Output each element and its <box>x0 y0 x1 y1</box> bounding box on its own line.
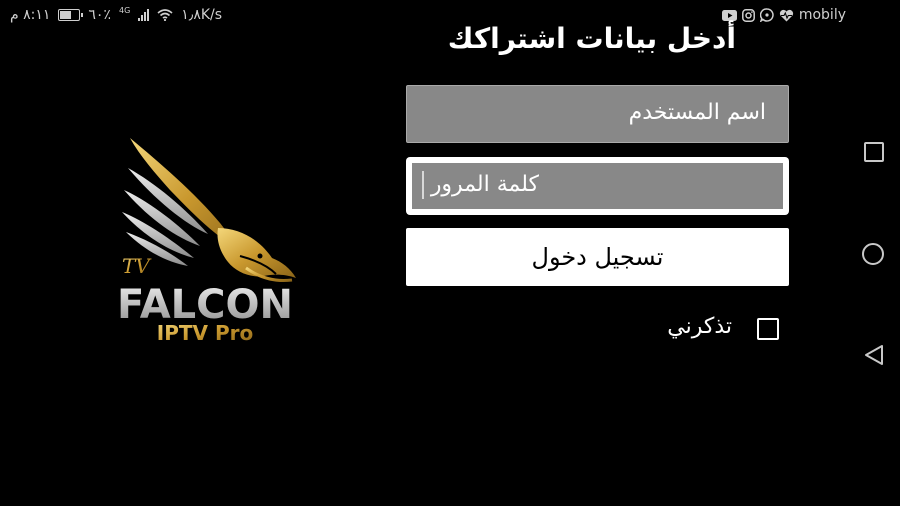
recent-apps-icon[interactable] <box>864 142 884 162</box>
wifi-icon <box>157 9 173 21</box>
navigation-bar <box>848 32 900 506</box>
status-left: ٨:١١ م ٦٠٪ 4G ١٫٨K/s <box>10 5 223 24</box>
heart-pulse-icon <box>779 9 794 22</box>
remember-me-checkbox[interactable] <box>757 318 779 340</box>
login-button[interactable]: تسجيل دخول <box>406 228 789 286</box>
whatsapp-icon <box>759 8 774 22</box>
text-caret <box>422 171 424 199</box>
password-input-focus-ring[interactable]: كلمة المرور <box>406 157 789 215</box>
logo-tv-text: TV <box>122 254 152 278</box>
password-placeholder: كلمة المرور <box>430 172 539 197</box>
back-icon[interactable] <box>864 344 884 370</box>
login-button-label: تسجيل دخول <box>531 243 664 271</box>
username-input[interactable]: اسم المستخدم <box>406 85 789 143</box>
youtube-icon <box>721 9 737 21</box>
status-right: mobily <box>721 7 846 23</box>
password-input[interactable]: كلمة المرور <box>412 163 783 209</box>
signal-icon <box>138 9 150 21</box>
remember-me-label: تذكرني <box>667 314 732 339</box>
instagram-icon <box>741 8 755 22</box>
home-icon[interactable] <box>862 243 884 265</box>
network-type: 4G <box>118 5 131 15</box>
screen: ٨:١١ م ٦٠٪ 4G ١٫٨K/s mobily TV FALCON IP… <box>0 0 900 506</box>
battery-icon <box>58 9 84 21</box>
clock: ٨:١١ م <box>10 7 51 23</box>
falcon-logo: TV FALCON IPTV Pro <box>100 128 310 348</box>
network-speed: ١٫٨K/s <box>181 7 223 23</box>
logo-tagline-text: IPTV Pro <box>157 321 253 345</box>
page-title: أدخل بيانات اشتراكك <box>447 22 736 55</box>
username-placeholder: اسم المستخدم <box>628 100 766 125</box>
carrier-name: mobily <box>798 7 846 23</box>
battery-percent: ٦٠٪ <box>88 7 111 23</box>
